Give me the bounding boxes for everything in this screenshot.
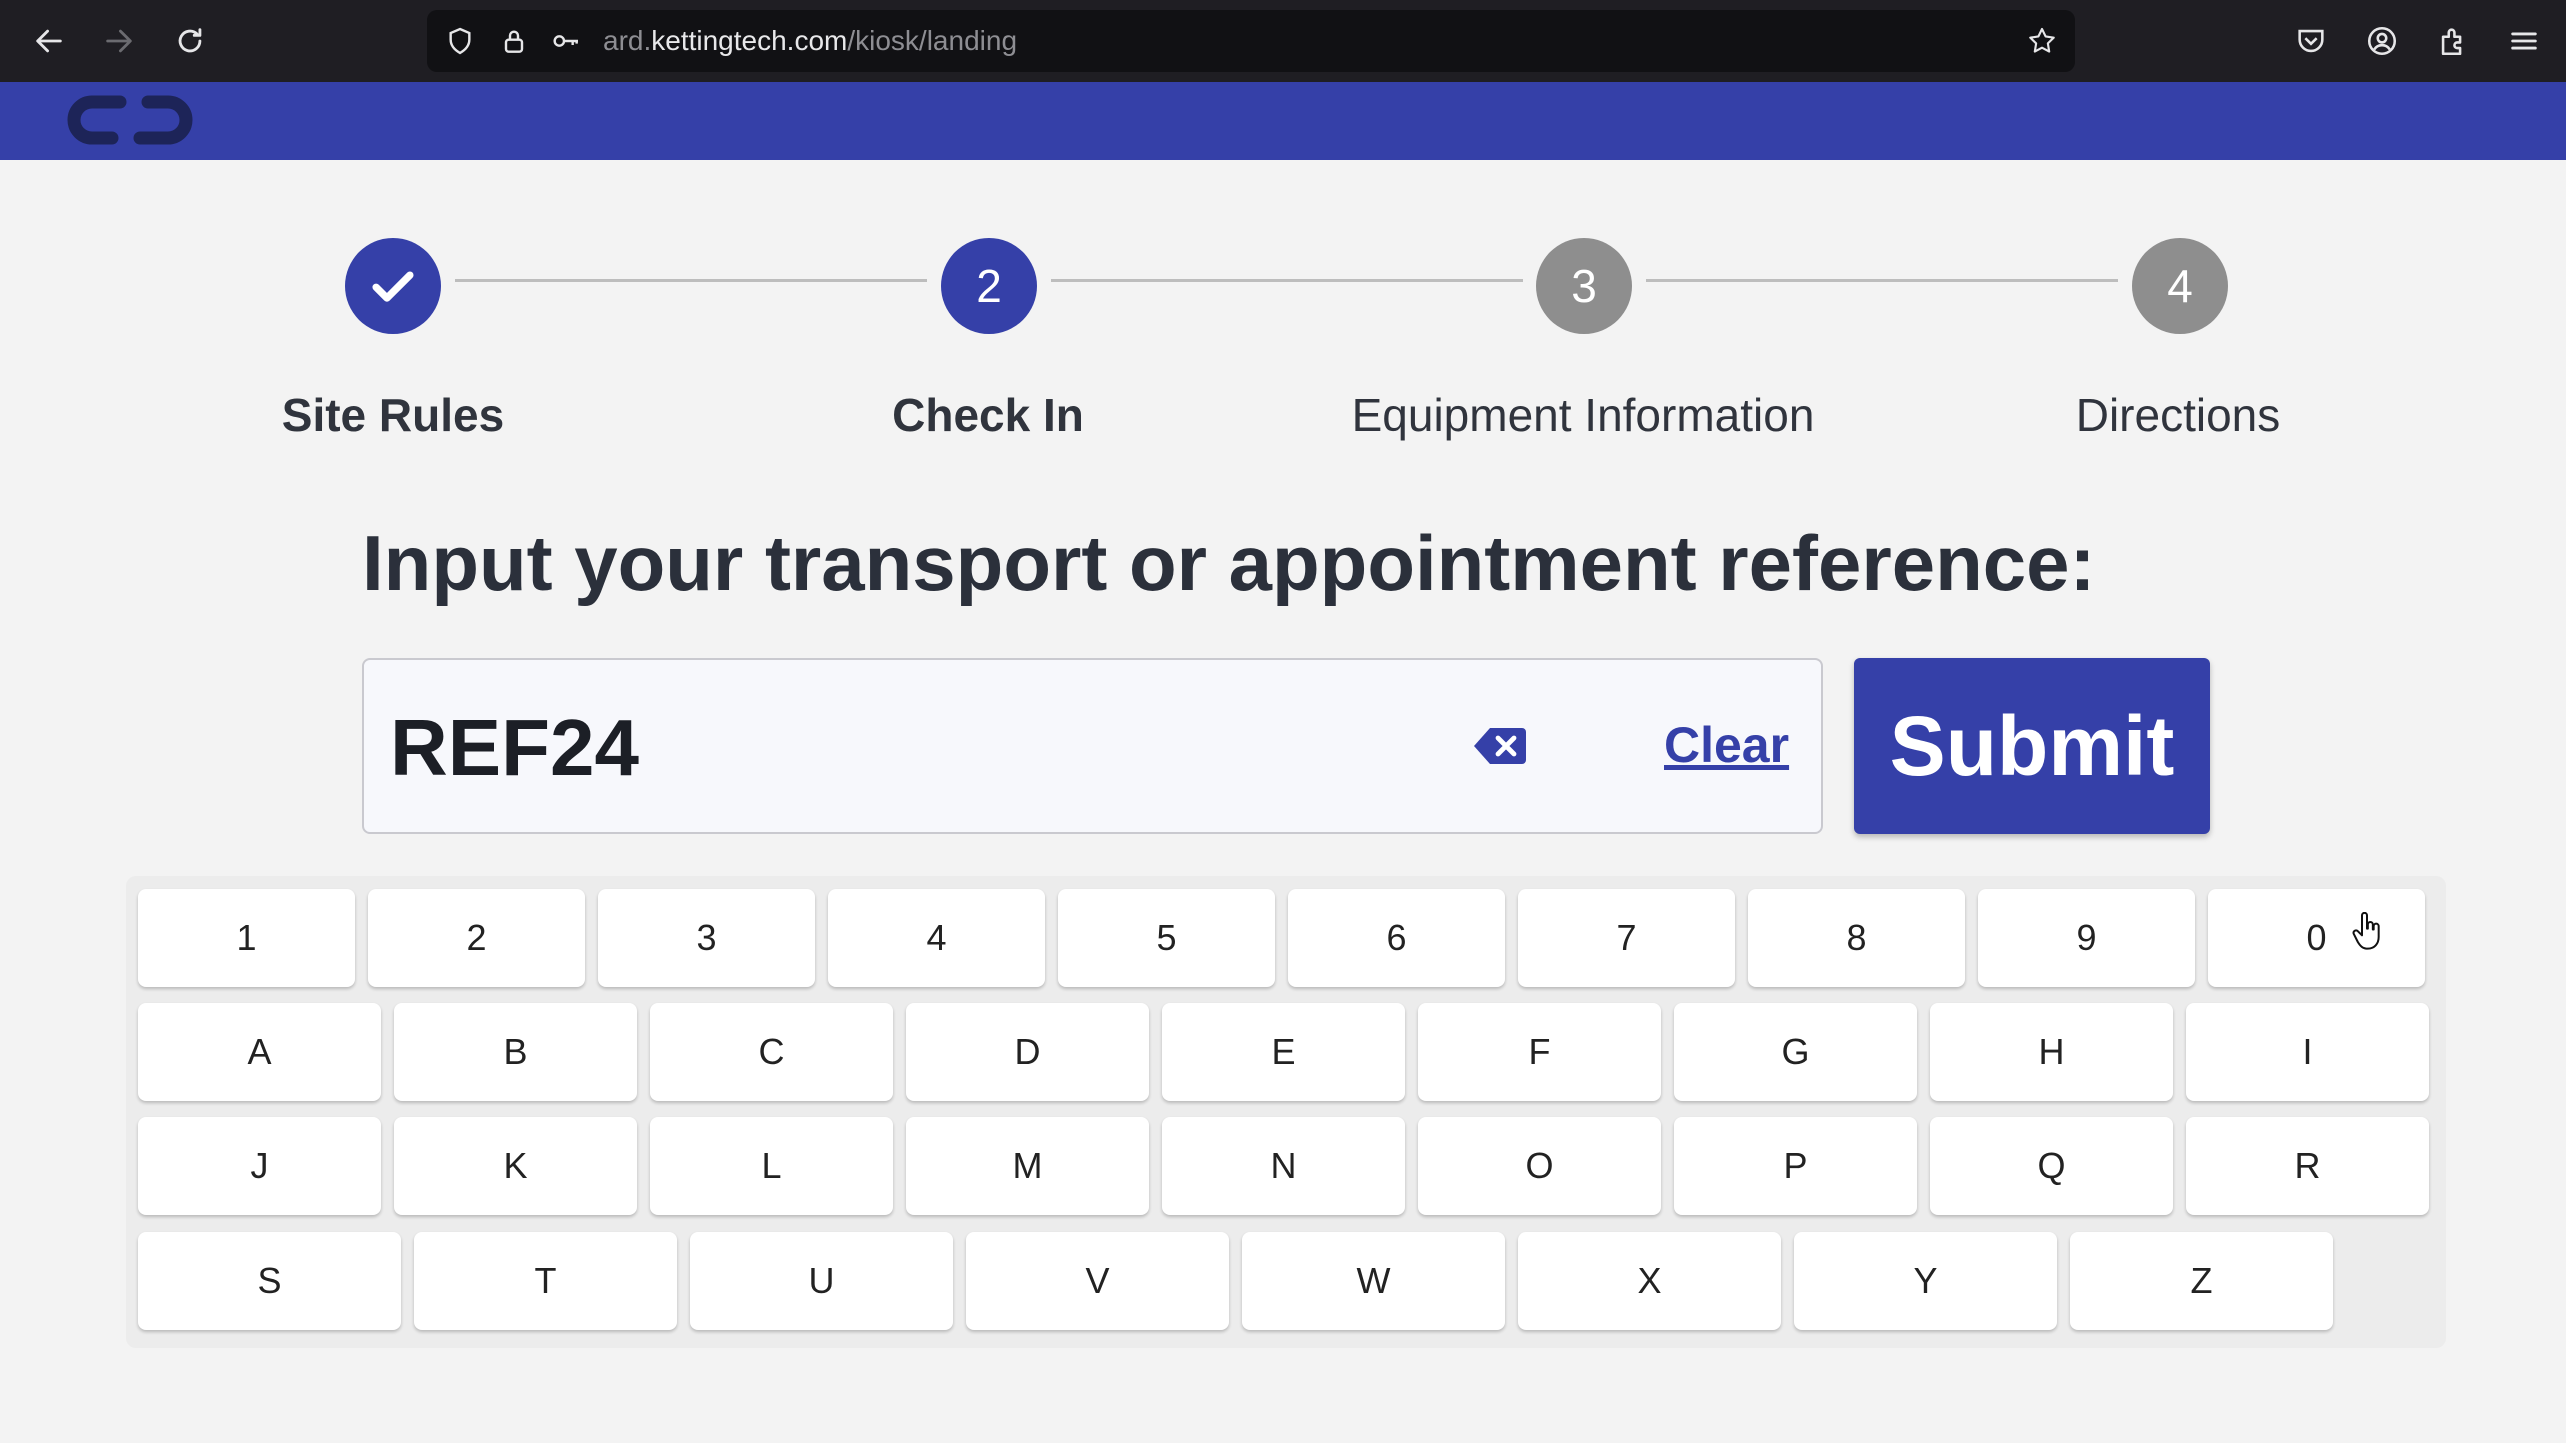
step-connector: [1051, 279, 1523, 282]
arrow-right-icon: [106, 29, 132, 53]
key-g[interactable]: G: [1674, 1003, 1917, 1101]
key-u[interactable]: U: [690, 1232, 953, 1330]
key-0[interactable]: 0: [2208, 889, 2425, 987]
checkmark-icon: [372, 271, 414, 302]
key-m[interactable]: M: [906, 1117, 1149, 1215]
keyboard-row-a-i: ABCDEFGHI: [138, 1003, 2442, 1101]
reference-input-value: REF24: [390, 703, 639, 792]
backspace-icon[interactable]: [1474, 724, 1526, 768]
reload-button[interactable]: [167, 18, 213, 64]
url-text[interactable]: ard.kettingtech.com/kiosk/landing: [603, 24, 1017, 58]
key-k[interactable]: K: [394, 1117, 637, 1215]
step-connector: [455, 279, 927, 282]
reload-icon: [178, 28, 202, 53]
arrow-left-icon: [36, 29, 62, 53]
step-label-directions: Directions: [2075, 389, 2281, 441]
key-2[interactable]: 2: [368, 889, 585, 987]
bookmark-star-icon[interactable]: [2025, 24, 2059, 58]
on-screen-keyboard: 1234567890 ABCDEFGHI JKLMNOPQR STUVWXYZ: [126, 876, 2446, 1348]
key-d[interactable]: D: [906, 1003, 1149, 1101]
key-p[interactable]: P: [1674, 1117, 1917, 1215]
key-b[interactable]: B: [394, 1003, 637, 1101]
lock-icon[interactable]: [497, 24, 531, 58]
shield-icon[interactable]: [443, 24, 477, 58]
key-h[interactable]: H: [1930, 1003, 2173, 1101]
step-2-circle: 2: [941, 238, 1037, 334]
key-icon[interactable]: [549, 24, 583, 58]
chain-link-logo-icon[interactable]: [62, 90, 198, 150]
key-a[interactable]: A: [138, 1003, 381, 1101]
step-4-circle: 4: [2132, 238, 2228, 334]
step-1-circle: [345, 238, 441, 334]
page-heading: Input your transport or appointment refe…: [362, 519, 2096, 607]
forward-button[interactable]: [96, 18, 142, 64]
back-button[interactable]: [26, 18, 72, 64]
url-bar[interactable]: ard.kettingtech.com/kiosk/landing: [427, 10, 2075, 72]
step-3-circle: 3: [1536, 238, 1632, 334]
key-6[interactable]: 6: [1288, 889, 1505, 987]
key-w[interactable]: W: [1242, 1232, 1505, 1330]
url-host: kettingtech.com: [651, 25, 848, 56]
key-q[interactable]: Q: [1930, 1117, 2173, 1215]
key-s[interactable]: S: [138, 1232, 401, 1330]
url-path: /kiosk/landing: [847, 25, 1018, 56]
key-y[interactable]: Y: [1794, 1232, 2057, 1330]
submit-button[interactable]: Submit: [1854, 658, 2210, 834]
key-i[interactable]: I: [2186, 1003, 2429, 1101]
key-r[interactable]: R: [2186, 1117, 2429, 1215]
step-connector: [1646, 279, 2118, 282]
key-f[interactable]: F: [1418, 1003, 1661, 1101]
key-v[interactable]: V: [966, 1232, 1229, 1330]
extensions-icon[interactable]: [2432, 20, 2474, 62]
keyboard-row-j-r: JKLMNOPQR: [138, 1117, 2442, 1215]
reference-input[interactable]: REF24 Clear: [362, 658, 1823, 834]
key-z[interactable]: Z: [2070, 1232, 2333, 1330]
key-4[interactable]: 4: [828, 889, 1045, 987]
hand-pointer-cursor-icon: [2352, 912, 2380, 950]
key-7[interactable]: 7: [1518, 889, 1735, 987]
clear-button[interactable]: Clear: [1664, 716, 1789, 774]
progress-stepper: 2 3 4 Site Rules Check In Equipment Info…: [0, 230, 2566, 450]
url-prefix: ard.: [603, 25, 652, 56]
pocket-icon[interactable]: [2290, 20, 2332, 62]
key-j[interactable]: J: [138, 1117, 381, 1215]
key-3[interactable]: 3: [598, 889, 815, 987]
key-1[interactable]: 1: [138, 889, 355, 987]
app-header: [0, 82, 2566, 160]
key-n[interactable]: N: [1162, 1117, 1405, 1215]
key-8[interactable]: 8: [1748, 889, 1965, 987]
key-9[interactable]: 9: [1978, 889, 2195, 987]
key-x[interactable]: X: [1518, 1232, 1781, 1330]
menu-icon[interactable]: [2503, 20, 2545, 62]
key-t[interactable]: T: [414, 1232, 677, 1330]
keyboard-row-s-z: STUVWXYZ: [138, 1232, 2346, 1330]
key-l[interactable]: L: [650, 1117, 893, 1215]
browser-toolbar: ard.kettingtech.com/kiosk/landing: [0, 0, 2566, 82]
account-icon[interactable]: [2361, 20, 2403, 62]
key-e[interactable]: E: [1162, 1003, 1405, 1101]
key-o[interactable]: O: [1418, 1117, 1661, 1215]
key-5[interactable]: 5: [1058, 889, 1275, 987]
key-c[interactable]: C: [650, 1003, 893, 1101]
keyboard-row-digits: 1234567890: [138, 889, 2438, 987]
